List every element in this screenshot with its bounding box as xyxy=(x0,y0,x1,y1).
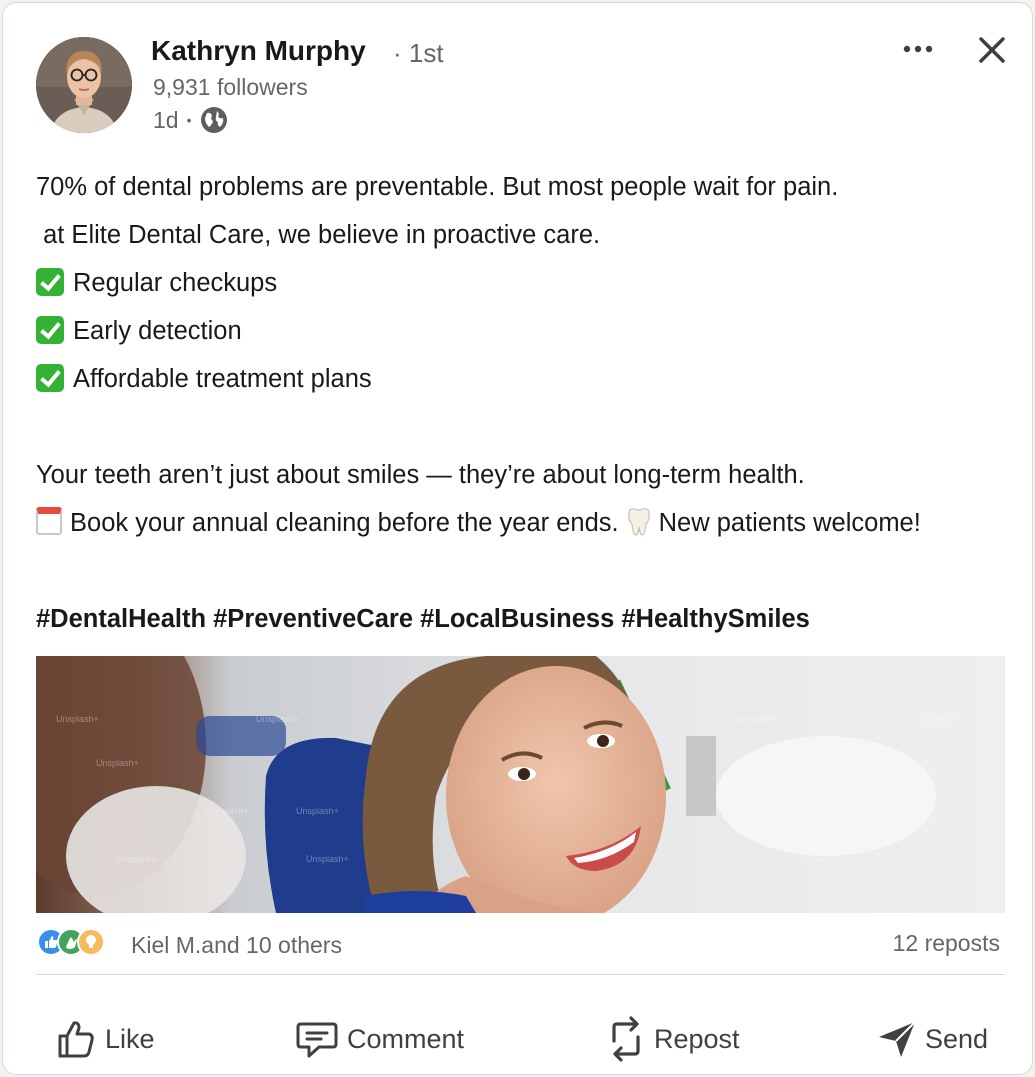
post-line-part: Book your annual cleaning before the yea… xyxy=(70,509,619,537)
globe-icon xyxy=(200,106,228,134)
post-meta: 1d • xyxy=(153,106,228,134)
reaction-icons[interactable] xyxy=(37,928,105,956)
repost-label: Repost xyxy=(654,1023,740,1054)
svg-text:Unsplash+: Unsplash+ xyxy=(786,806,829,816)
meta-separator: • xyxy=(186,112,192,128)
post-time: 1d xyxy=(153,106,179,133)
calendar-icon xyxy=(36,507,62,535)
send-label: Send xyxy=(925,1023,989,1054)
comment-button[interactable]: Comment xyxy=(295,1011,464,1067)
author-name[interactable]: Kathryn Murphy xyxy=(151,35,366,67)
post-line-part: New patients welcome! xyxy=(658,509,921,537)
post-image[interactable]: Unsplash+ Unsplash+ Unsplash+ Unsplash+ Uns… xyxy=(36,656,1005,913)
svg-text:Unsplash+: Unsplash+ xyxy=(796,854,839,864)
svg-text:Unsplash+: Unsplash+ xyxy=(736,714,779,724)
post-text: 70% of dental problems are preventable. … xyxy=(36,163,1006,643)
svg-text:Unsplash+: Unsplash+ xyxy=(256,714,299,724)
comment-icon xyxy=(296,1022,338,1058)
svg-text:Unsplash+: Unsplash+ xyxy=(856,758,899,768)
svg-text:Unsplash+: Unsplash+ xyxy=(296,806,339,816)
svg-text:Unsplash+: Unsplash+ xyxy=(916,714,959,724)
svg-text:Unsplash+: Unsplash+ xyxy=(206,806,249,816)
checklist-label: Affordable treatment plans xyxy=(73,365,372,393)
post-line: at Elite Dental Care, we believe in proa… xyxy=(36,221,601,249)
like-label: Like xyxy=(105,1023,155,1054)
divider xyxy=(36,974,1005,975)
photo-smiling-patient: Unsplash+ Unsplash+ Unsplash+ Unsplash+ Uns… xyxy=(36,656,1005,913)
checklist-item: Early detection xyxy=(36,307,1006,355)
reposts-count[interactable]: 12 reposts xyxy=(893,930,1000,957)
comment-label: Comment xyxy=(347,1023,465,1054)
tooth-icon xyxy=(625,505,653,536)
connection-degree: · 1st xyxy=(393,38,444,68)
check-mark-icon xyxy=(36,316,64,344)
follower-count: 9,931 followers xyxy=(153,74,308,100)
svg-text:Unsplash+: Unsplash+ xyxy=(116,854,159,864)
author-avatar[interactable] xyxy=(36,37,132,133)
repost-button[interactable]: Repost xyxy=(606,1011,740,1067)
check-mark-icon xyxy=(36,364,64,392)
checklist-label: Regular checkups xyxy=(73,269,278,297)
checklist-item: Regular checkups xyxy=(36,259,1006,307)
feed-post-card: Kathryn Murphy · 1st 9,931 followers 1d … xyxy=(2,2,1033,1075)
checklist-item: Affordable treatment plans xyxy=(36,355,1006,403)
close-icon xyxy=(979,37,1005,63)
hashtags[interactable]: #DentalHealth #PreventiveCare #LocalBusi… xyxy=(36,595,1006,643)
more-horizontal-icon xyxy=(903,45,933,53)
post-line: Book your annual cleaning before the yea… xyxy=(36,499,1006,547)
like-button[interactable]: Like xyxy=(55,1011,155,1067)
avatar-portrait-icon xyxy=(36,37,132,133)
check-mark-icon xyxy=(36,268,64,296)
more-options-button[interactable] xyxy=(901,33,937,65)
svg-text:Unsplash+: Unsplash+ xyxy=(56,714,99,724)
send-button[interactable]: Send xyxy=(877,1011,988,1067)
send-icon xyxy=(879,1021,916,1057)
close-post-button[interactable] xyxy=(973,31,1011,69)
post-line: 70% of dental problems are preventable. … xyxy=(36,173,839,201)
repost-icon xyxy=(612,1016,640,1062)
svg-text:Unsplash+: Unsplash+ xyxy=(306,854,349,864)
insightful-reaction-icon xyxy=(77,928,105,956)
post-line: Your teeth aren’t just about smiles — th… xyxy=(36,461,805,489)
checklist-label: Early detection xyxy=(73,317,242,345)
svg-text:Unsplash+: Unsplash+ xyxy=(96,758,139,768)
thumbs-up-icon xyxy=(58,1021,94,1058)
reactions-summary[interactable]: Kiel M.and 10 others xyxy=(131,932,342,959)
